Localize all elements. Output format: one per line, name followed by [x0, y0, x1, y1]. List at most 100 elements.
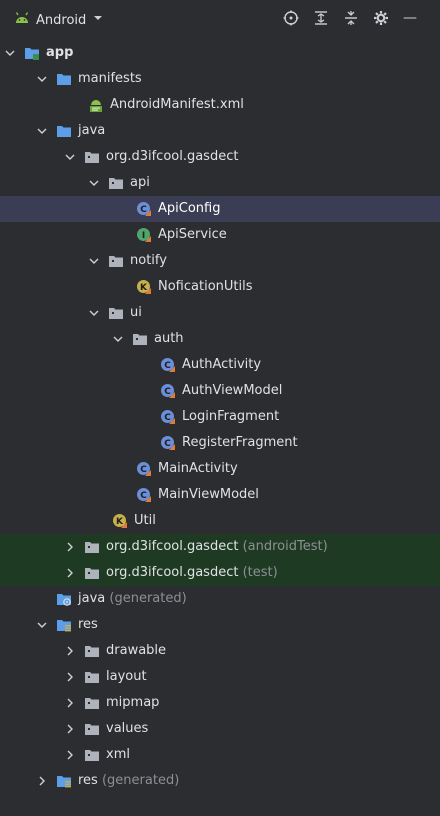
tree-node-main-activity[interactable]: C MainActivity	[0, 456, 440, 482]
package-icon	[108, 175, 124, 191]
tree-node-login-fragment[interactable]: C LoginFragment	[0, 404, 440, 430]
android-icon	[14, 12, 30, 28]
module-folder-icon	[24, 45, 40, 61]
tree-node-res-mipmap[interactable]: mipmap	[0, 690, 440, 716]
tree-node-pkg-main[interactable]: org.d3ifcool.gasdect	[0, 144, 440, 170]
tree-node-notification-utils[interactable]: K NoficationUtils	[0, 274, 440, 300]
settings-icon[interactable]	[373, 10, 389, 30]
chevron-down-icon[interactable]	[4, 47, 16, 59]
tree-node-auth-viewmodel[interactable]: C AuthViewModel	[0, 378, 440, 404]
chevron-down-icon[interactable]	[88, 255, 100, 267]
kotlin-file-icon: K	[136, 279, 152, 295]
expand-all-icon[interactable]	[313, 10, 329, 30]
svg-text:I: I	[142, 231, 145, 241]
project-view-label: Android	[36, 12, 87, 28]
tree-label: LoginFragment	[182, 409, 280, 424]
tree-label: Util	[134, 513, 156, 528]
tree-node-res-generated[interactable]: res (generated)	[0, 768, 440, 794]
package-icon	[84, 149, 100, 165]
chevron-right-icon[interactable]	[64, 749, 76, 761]
package-icon	[84, 721, 100, 737]
tree-node-auth-activity[interactable]: C AuthActivity	[0, 352, 440, 378]
tree-label: notify	[130, 253, 167, 268]
tree-label-suffix: (generated)	[101, 773, 180, 788]
svg-text:K: K	[116, 517, 124, 527]
package-icon	[84, 695, 100, 711]
folder-icon	[56, 123, 72, 139]
tree-node-pkg-test[interactable]: org.d3ifcool.gasdect (test)	[0, 560, 440, 586]
svg-text:C: C	[164, 413, 171, 423]
tree-node-pkg-ui[interactable]: ui	[0, 300, 440, 326]
tree-node-pkg-auth[interactable]: auth	[0, 326, 440, 352]
svg-text:C: C	[164, 439, 171, 449]
tree-label: org.d3ifcool.gasdect	[106, 565, 239, 580]
hide-panel-icon[interactable]: —	[403, 10, 417, 30]
tree-node-util[interactable]: K Util	[0, 508, 440, 534]
tree-node-pkg-android-test[interactable]: org.d3ifcool.gasdect (androidTest)	[0, 534, 440, 560]
tree-label: java	[78, 123, 106, 138]
chevron-right-icon[interactable]	[64, 567, 76, 579]
chevron-down-icon[interactable]	[36, 125, 48, 137]
chevron-down-icon[interactable]	[88, 177, 100, 189]
chevron-right-icon[interactable]	[64, 723, 76, 735]
chevron-right-icon[interactable]	[64, 697, 76, 709]
package-icon	[84, 669, 100, 685]
tree-label: org.d3ifcool.gasdect	[106, 539, 239, 554]
kotlin-class-icon: C	[136, 487, 152, 503]
tree-label: NoficationUtils	[158, 279, 253, 294]
tree-node-api-service[interactable]: I ApiService	[0, 222, 440, 248]
package-icon	[108, 305, 124, 321]
tree-node-app[interactable]: app	[0, 40, 440, 66]
svg-text:C: C	[164, 361, 171, 371]
chevron-down-icon[interactable]	[64, 151, 76, 163]
tree-node-pkg-api[interactable]: api	[0, 170, 440, 196]
chevron-down-icon[interactable]	[36, 619, 48, 631]
tree-label: manifests	[78, 71, 142, 86]
tree-node-res-drawable[interactable]: drawable	[0, 638, 440, 664]
tree-label: ApiService	[158, 227, 227, 242]
tree-label: MainViewModel	[158, 487, 259, 502]
chevron-down-icon[interactable]	[88, 307, 100, 319]
kotlin-file-icon: K	[112, 513, 128, 529]
tree-node-res-xml[interactable]: xml	[0, 742, 440, 768]
tree-node-api-config[interactable]: C ApiConfig	[0, 196, 440, 222]
tree-node-main-viewmodel[interactable]: C MainViewModel	[0, 482, 440, 508]
chevron-down-icon	[92, 12, 104, 28]
tree-label: mipmap	[106, 695, 160, 710]
locate-icon[interactable]	[283, 10, 299, 30]
collapse-all-icon[interactable]	[343, 10, 359, 30]
project-toolbar: Android —	[0, 0, 440, 40]
tree-node-register-fragment[interactable]: C RegisterFragment	[0, 430, 440, 456]
chevron-right-icon[interactable]	[64, 645, 76, 657]
svg-text:K: K	[140, 283, 148, 293]
chevron-right-icon[interactable]	[64, 671, 76, 683]
package-icon	[84, 539, 100, 555]
tree-node-manifests[interactable]: manifests	[0, 66, 440, 92]
chevron-right-icon[interactable]	[36, 775, 48, 787]
tree-label-group: java (generated)	[78, 591, 187, 607]
chevron-down-icon[interactable]	[36, 73, 48, 85]
kotlin-class-icon: C	[136, 461, 152, 477]
tree-node-java-generated[interactable]: java (generated)	[0, 586, 440, 612]
kotlin-class-icon: C	[136, 201, 152, 217]
tree-node-res-values[interactable]: values	[0, 716, 440, 742]
tree-label: app	[46, 45, 74, 60]
chevron-right-icon[interactable]	[64, 541, 76, 553]
tree-label: AuthViewModel	[182, 383, 283, 398]
chevron-down-icon[interactable]	[112, 333, 124, 345]
tree-label-group: org.d3ifcool.gasdect (androidTest)	[106, 539, 328, 555]
tree-label: java	[78, 591, 106, 606]
tree-label: ApiConfig	[158, 201, 221, 216]
tree-node-res-layout[interactable]: layout	[0, 664, 440, 690]
tree-label: RegisterFragment	[182, 435, 298, 450]
project-view-selector[interactable]: Android	[14, 12, 104, 28]
tree-node-res[interactable]: res	[0, 612, 440, 638]
tree-label: AuthActivity	[182, 357, 262, 372]
tree-label: ui	[130, 305, 142, 320]
svg-text:C: C	[164, 387, 171, 397]
tree-label: org.d3ifcool.gasdect	[106, 149, 239, 164]
tree-label-suffix: (generated)	[109, 591, 187, 606]
tree-node-pkg-notify[interactable]: notify	[0, 248, 440, 274]
tree-node-java[interactable]: java	[0, 118, 440, 144]
tree-node-android-manifest[interactable]: AndroidManifest.xml	[0, 92, 440, 118]
